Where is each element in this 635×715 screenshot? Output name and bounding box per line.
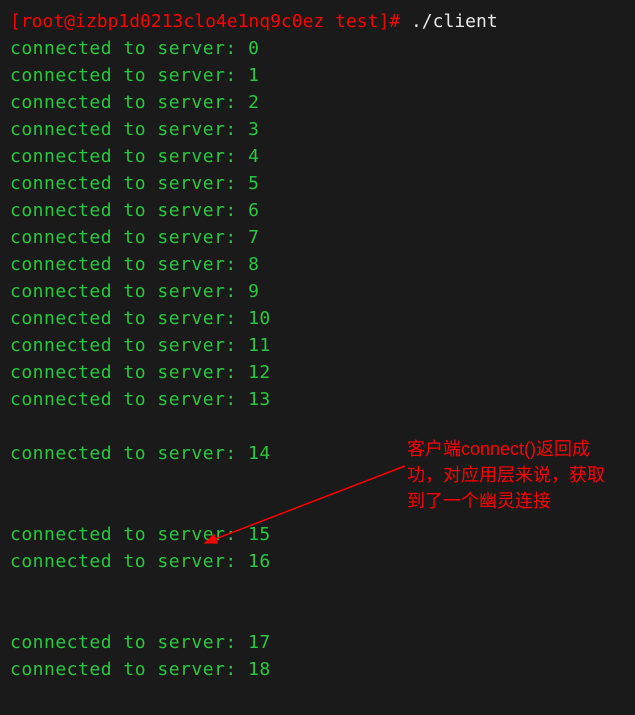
output-line: connected to server: 2 xyxy=(10,89,625,116)
output-line: connected to server: 1 xyxy=(10,62,625,89)
blank-line xyxy=(10,602,625,629)
output-line: connected to server: 16 xyxy=(10,548,625,575)
output-line: connected to server: 4 xyxy=(10,143,625,170)
output-line: connected to server: 13 xyxy=(10,386,625,413)
command-text: ./client xyxy=(411,11,498,32)
output-line: connected to server: 0 xyxy=(10,35,625,62)
output-line: connected to server: 7 xyxy=(10,224,625,251)
output-line: connected to server: 3 xyxy=(10,116,625,143)
shell-prompt: [root@izbp1d0213clo4e1nq9c0ez test]# xyxy=(10,11,411,32)
output-line: connected to server: 10 xyxy=(10,305,625,332)
output-line: connected to server: 15 xyxy=(10,521,625,548)
annotation-text: 客户端connect()返回成功，对应用层来说，获取到了一个幽灵连接 xyxy=(407,436,617,514)
output-line: connected to server: 17 xyxy=(10,629,625,656)
output-line: connected to server: 12 xyxy=(10,359,625,386)
blank-line xyxy=(10,575,625,602)
output-line: connected to server: 18 xyxy=(10,656,625,683)
terminal-output: connected to server: 0connected to serve… xyxy=(10,35,625,683)
output-line: connected to server: 6 xyxy=(10,197,625,224)
output-line: connected to server: 11 xyxy=(10,332,625,359)
output-line: connected to server: 5 xyxy=(10,170,625,197)
output-line: connected to server: 8 xyxy=(10,251,625,278)
output-line: connected to server: 9 xyxy=(10,278,625,305)
terminal-line: [root@izbp1d0213clo4e1nq9c0ez test]# ./c… xyxy=(10,8,625,35)
